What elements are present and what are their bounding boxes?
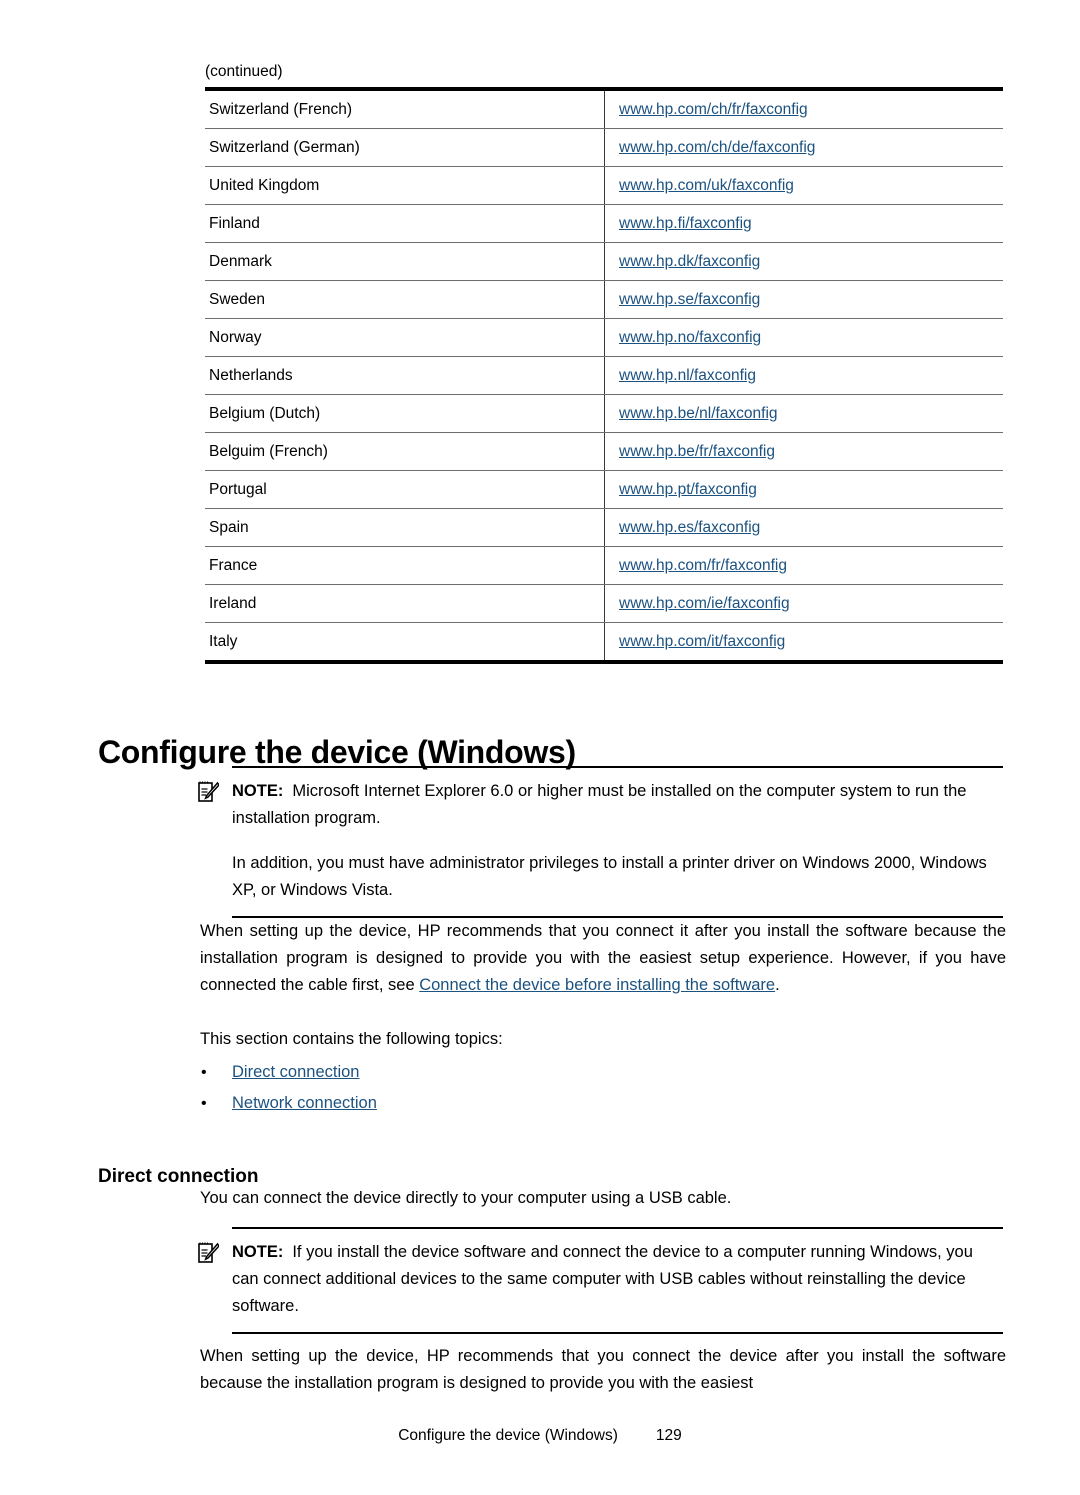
note-paragraph: NOTE: If you install the device software …	[232, 1239, 1003, 1320]
table-cell-country: Belgium (Dutch)	[205, 394, 605, 433]
table-cell-country: Switzerland (French)	[205, 87, 605, 129]
table-cell-country: United Kingdom	[205, 166, 605, 205]
table-cell-url: www.hp.fi/faxconfig	[604, 204, 1003, 243]
note-block-usb-cables: NOTE: If you install the device software …	[198, 1227, 1003, 1334]
table-cell-country: France	[205, 546, 605, 585]
table-row: United Kingdom www.hp.com/uk/faxconfig	[205, 166, 1003, 205]
footer-title: Configure the device (Windows)	[398, 1427, 618, 1444]
table-cell-url: www.hp.com/uk/faxconfig	[604, 166, 1003, 205]
fax-config-link[interactable]: www.hp.com/ch/fr/faxconfig	[619, 101, 808, 118]
table-cell-country: Switzerland (German)	[205, 128, 605, 167]
page-footer: Configure the device (Windows) 129	[0, 1425, 1080, 1447]
table-cell-country: Sweden	[205, 280, 605, 319]
note-text: Microsoft Internet Explorer 6.0 or highe…	[232, 782, 967, 827]
fax-config-link[interactable]: www.hp.be/nl/faxconfig	[619, 405, 778, 422]
intro-text-after-link: .	[775, 976, 780, 994]
note-block-internet-explorer: NOTE: Microsoft Internet Explorer 6.0 or …	[198, 766, 1003, 918]
table-row: Belguim (French) www.hp.be/fr/faxconfig	[205, 432, 1003, 471]
table-cell-url: www.hp.be/fr/faxconfig	[604, 432, 1003, 471]
topics-intro-text: This section contains the following topi…	[200, 1030, 503, 1048]
table-row: Sweden www.hp.se/faxconfig	[205, 280, 1003, 319]
table-cell-url: www.hp.com/fr/faxconfig	[604, 546, 1003, 585]
fax-config-link[interactable]: www.hp.no/faxconfig	[619, 329, 761, 346]
topic-link[interactable]: Direct connection	[232, 1063, 359, 1081]
note-pencil-icon	[198, 1242, 220, 1264]
fax-config-link[interactable]: www.hp.dk/faxconfig	[619, 253, 760, 270]
bullet-icon: •	[201, 1064, 207, 1081]
list-item: • Direct connection	[200, 1057, 900, 1088]
table-cell-url: www.hp.pt/faxconfig	[604, 470, 1003, 509]
intro-paragraph: When setting up the device, HP recommend…	[200, 918, 1006, 999]
table-cell-country: Italy	[205, 622, 605, 664]
list-item: • Network connection	[200, 1088, 900, 1119]
table-cell-url: www.hp.com/it/faxconfig	[604, 622, 1003, 664]
fax-config-link[interactable]: www.hp.com/it/faxconfig	[619, 633, 785, 650]
fax-config-link[interactable]: www.hp.nl/faxconfig	[619, 367, 756, 384]
fax-config-link[interactable]: www.hp.fi/faxconfig	[619, 215, 752, 232]
table-cell-url: www.hp.dk/faxconfig	[604, 242, 1003, 281]
table-cell-country: Belguim (French)	[205, 432, 605, 471]
bullet-icon: •	[201, 1095, 207, 1112]
fax-config-link[interactable]: www.hp.com/ch/de/faxconfig	[619, 139, 815, 156]
table-continued-label: (continued)	[205, 63, 283, 80]
note-paragraph: NOTE: Microsoft Internet Explorer 6.0 or …	[232, 778, 1003, 832]
note-paragraph: In addition, you must have administrator…	[232, 854, 987, 899]
table-cell-url: www.hp.se/faxconfig	[604, 280, 1003, 319]
direct-connection-intro: You can connect the device directly to y…	[200, 1189, 732, 1207]
table-row: Denmark www.hp.dk/faxconfig	[205, 242, 1003, 281]
document-page: (continued) Switzerland (French) www.hp.c…	[0, 0, 1080, 1495]
table-cell-url: www.hp.com/ch/fr/faxconfig	[604, 87, 1003, 129]
note-pencil-icon	[198, 781, 220, 803]
table-cell-country: Norway	[205, 318, 605, 357]
fax-config-link[interactable]: www.hp.es/faxconfig	[619, 519, 760, 536]
topic-link[interactable]: Network connection	[232, 1094, 377, 1112]
table-cell-url: www.hp.com/ie/faxconfig	[604, 584, 1003, 623]
table-cell-country: Ireland	[205, 584, 605, 623]
table-row: Belgium (Dutch) www.hp.be/nl/faxconfig	[205, 394, 1003, 433]
table-row: Switzerland (German) www.hp.com/ch/de/fax…	[205, 128, 1003, 167]
topics-list: • Direct connection • Network connection	[200, 1057, 900, 1119]
table-row: Portugal www.hp.pt/faxconfig	[205, 470, 1003, 509]
table-cell-country: Denmark	[205, 242, 605, 281]
table-cell-url: www.hp.com/ch/de/faxconfig	[604, 128, 1003, 167]
fax-config-link[interactable]: www.hp.com/uk/faxconfig	[619, 177, 794, 194]
table-row: Ireland www.hp.com/ie/faxconfig	[205, 584, 1003, 623]
table-cell-url: www.hp.no/faxconfig	[604, 318, 1003, 357]
table-cell-url: www.hp.es/faxconfig	[604, 508, 1003, 547]
table-row: Norway www.hp.no/faxconfig	[205, 318, 1003, 357]
fax-config-link[interactable]: www.hp.com/fr/faxconfig	[619, 557, 787, 574]
fax-config-link[interactable]: www.hp.be/fr/faxconfig	[619, 443, 775, 460]
table-row: Finland www.hp.fi/faxconfig	[205, 204, 1003, 243]
table-row: Netherlands www.hp.nl/faxconfig	[205, 356, 1003, 395]
table-cell-country: Netherlands	[205, 356, 605, 395]
note-text: If you install the device software and c…	[232, 1243, 973, 1315]
table-cell-country: Portugal	[205, 470, 605, 509]
table-row: Italy www.hp.com/it/faxconfig	[205, 622, 1003, 664]
connect-device-link[interactable]: Connect the device before installing the…	[419, 976, 775, 994]
fax-config-link[interactable]: www.hp.pt/faxconfig	[619, 481, 757, 498]
footer-page-number: 129	[655, 1427, 682, 1444]
note-label: NOTE:	[232, 782, 284, 800]
table-cell-url: www.hp.nl/faxconfig	[604, 356, 1003, 395]
table-cell-url: www.hp.be/nl/faxconfig	[604, 394, 1003, 433]
table-cell-country: Finland	[205, 204, 605, 243]
fax-config-table-body: Switzerland (French) www.hp.com/ch/fr/fax…	[205, 87, 1003, 664]
table-row: Spain www.hp.es/faxconfig	[205, 508, 1003, 547]
table-row: Switzerland (French) www.hp.com/ch/fr/fax…	[205, 87, 1003, 129]
fax-config-link[interactable]: www.hp.se/faxconfig	[619, 291, 760, 308]
direct-connection-closing-paragraph: When setting up the device, HP recommend…	[200, 1347, 1006, 1392]
table-cell-country: Spain	[205, 508, 605, 547]
note-label: NOTE:	[232, 1243, 284, 1261]
fax-config-table: Switzerland (French) www.hp.com/ch/fr/fax…	[205, 87, 1003, 664]
table-row: France www.hp.com/fr/faxconfig	[205, 546, 1003, 585]
fax-config-link[interactable]: www.hp.com/ie/faxconfig	[619, 595, 790, 612]
